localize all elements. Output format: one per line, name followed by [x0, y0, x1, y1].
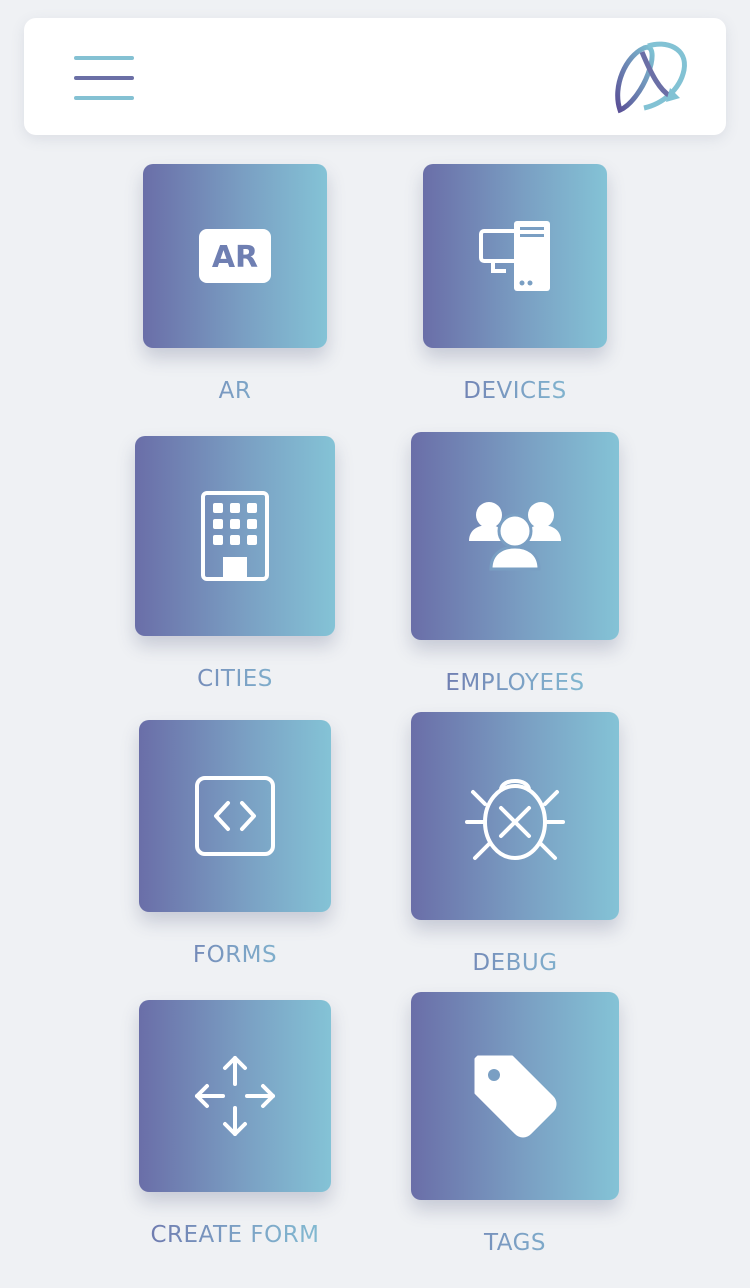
devices-icon	[478, 219, 552, 293]
hamburger-menu-icon[interactable]	[74, 56, 134, 102]
ar-label: AR	[143, 378, 327, 404]
devices-tile[interactable]	[423, 164, 607, 348]
move-arrows-icon	[193, 1054, 277, 1138]
create-form-tile[interactable]	[139, 1000, 331, 1192]
app-logo-icon	[608, 36, 692, 120]
ar-tile[interactable]: AR	[143, 164, 327, 348]
tags-tile[interactable]	[411, 992, 619, 1200]
app-screen: AR AR DEVICES CITIES EMPLOYEES FORMS DEB…	[0, 0, 750, 1288]
devices-label: DEVICES	[423, 378, 607, 404]
building-icon	[201, 491, 269, 581]
employees-label: EMPLOYEES	[411, 670, 619, 696]
forms-tile[interactable]	[139, 720, 331, 912]
debug-label: DEBUG	[411, 950, 619, 976]
svg-text:AR: AR	[212, 240, 258, 275]
users-group-icon	[469, 501, 561, 571]
forms-label: FORMS	[139, 942, 331, 968]
debug-tile[interactable]	[411, 712, 619, 920]
tags-label: TAGS	[411, 1230, 619, 1256]
code-brackets-icon	[194, 775, 276, 857]
cities-tile[interactable]	[135, 436, 335, 636]
top-app-bar	[24, 18, 726, 135]
tag-icon	[472, 1053, 558, 1139]
cities-label: CITIES	[135, 666, 335, 692]
bug-icon	[465, 768, 565, 864]
ar-badge-icon: AR	[199, 229, 271, 283]
employees-tile[interactable]	[411, 432, 619, 640]
create-form-label: CREATE FORM	[119, 1222, 351, 1248]
